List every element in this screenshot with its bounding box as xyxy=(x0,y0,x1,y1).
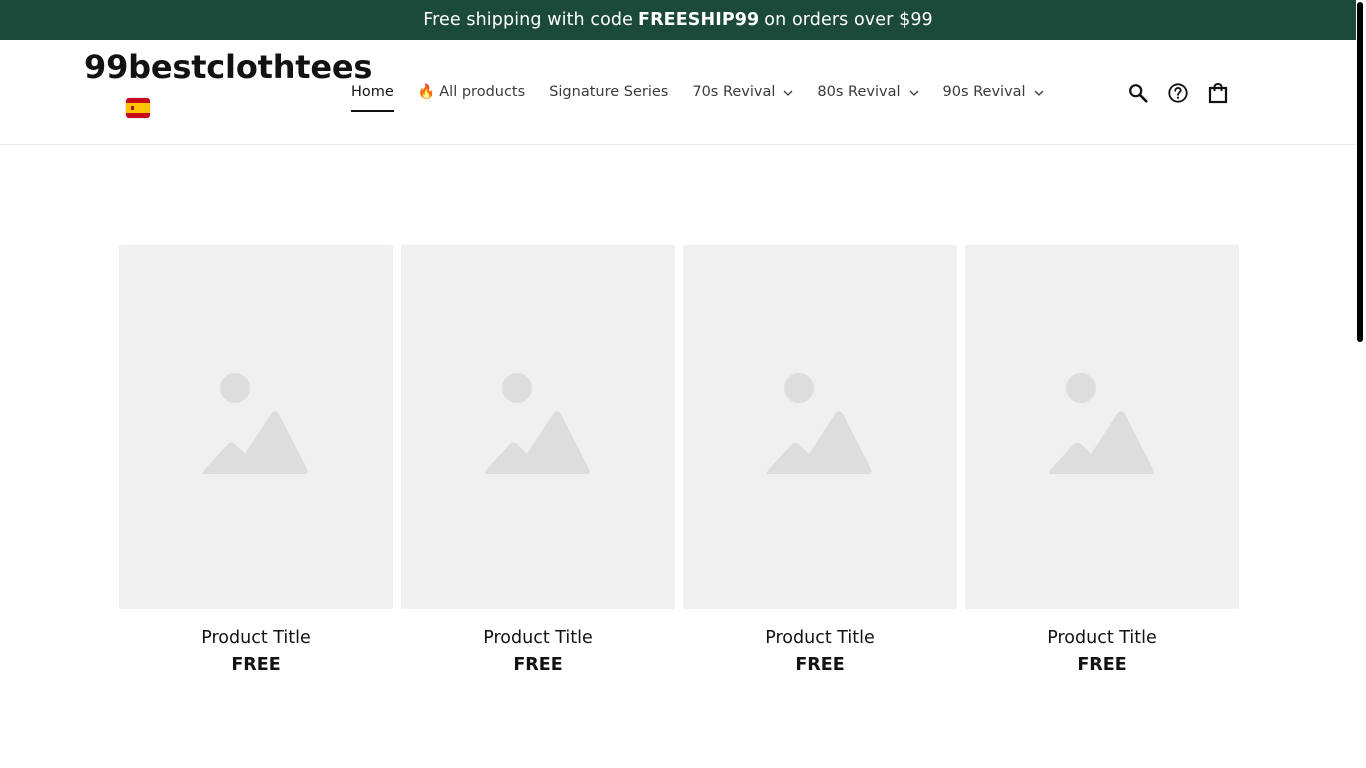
product-title[interactable]: Product Title xyxy=(119,628,393,648)
product-image-placeholder[interactable] xyxy=(683,245,957,609)
product-price: FREE xyxy=(231,655,281,675)
nav-item-all-products[interactable]: 🔥 All products xyxy=(418,80,525,104)
chevron-down-icon xyxy=(1034,84,1044,100)
announcement-suffix: on orders over $99 xyxy=(764,10,933,30)
product-image-placeholder[interactable] xyxy=(401,245,675,609)
image-placeholder-icon xyxy=(485,373,590,474)
nav-item-70s-revival[interactable]: 70s Revival xyxy=(692,80,793,104)
nav-item-label: 90s Revival xyxy=(942,84,1026,100)
product-title[interactable]: Product Title xyxy=(965,628,1239,648)
product-title[interactable]: Product Title xyxy=(683,628,957,648)
nav-item-label: Signature Series xyxy=(549,84,669,100)
product-image-placeholder[interactable] xyxy=(965,245,1239,609)
header-icons xyxy=(1125,80,1245,106)
product-price: FREE xyxy=(1077,655,1127,675)
product-card[interactable]: Product Title FREE xyxy=(683,245,957,675)
image-placeholder-icon xyxy=(767,373,872,474)
nav-item-label: 70s Revival xyxy=(692,84,776,100)
search-icon[interactable] xyxy=(1125,80,1151,106)
nav-item-label: 80s Revival xyxy=(817,84,901,100)
product-image-placeholder[interactable] xyxy=(119,245,393,609)
nav-item-signature-series[interactable]: Signature Series xyxy=(549,80,668,104)
chevron-down-icon xyxy=(783,84,793,100)
fire-icon: 🔥 xyxy=(417,84,436,100)
site-header: 99bestclothtees Home 🔥 All products Sign… xyxy=(0,40,1356,145)
announcement-code: FREESHIP99 xyxy=(638,10,760,30)
product-price: FREE xyxy=(795,655,845,675)
product-title[interactable]: Product Title xyxy=(401,628,675,648)
site-logo[interactable]: 99bestclothtees xyxy=(84,48,372,86)
announcement-prefix: Free shipping with code xyxy=(423,10,634,30)
nav-item-home[interactable]: Home xyxy=(351,80,394,112)
product-card[interactable]: Product Title FREE xyxy=(965,245,1239,675)
announcement-bar: Free shipping with code FREESHIP99 on or… xyxy=(0,0,1356,40)
image-placeholder-icon xyxy=(1049,373,1154,474)
image-placeholder-icon xyxy=(203,373,308,474)
chevron-down-icon xyxy=(909,84,919,100)
nav-item-80s-revival[interactable]: 80s Revival xyxy=(817,80,918,104)
cart-icon[interactable] xyxy=(1205,80,1231,106)
product-card[interactable]: Product Title FREE xyxy=(119,245,393,675)
product-grid: Product Title FREE Product Title FREE Pr… xyxy=(119,245,1239,675)
spain-flag-icon[interactable] xyxy=(126,98,150,118)
help-icon[interactable] xyxy=(1165,80,1191,106)
scrollbar-thumb[interactable] xyxy=(1357,2,1363,342)
nav-item-label: All products xyxy=(439,84,526,100)
main-nav: Home 🔥 All products Signature Series 70s… xyxy=(351,40,1068,144)
nav-item-label: Home xyxy=(351,84,394,100)
page-scrollbar[interactable] xyxy=(1356,0,1366,768)
product-price: FREE xyxy=(513,655,563,675)
nav-item-90s-revival[interactable]: 90s Revival xyxy=(943,80,1044,104)
product-card[interactable]: Product Title FREE xyxy=(401,245,675,675)
